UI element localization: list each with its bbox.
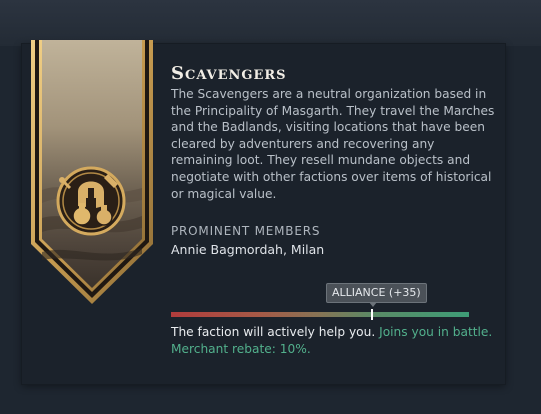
reputation-tooltip-tail [369, 302, 377, 307]
reputation-bar [171, 309, 469, 320]
reputation-marker [371, 309, 374, 320]
reputation-effect-text: The faction will actively help you. [171, 325, 376, 339]
prominent-members-heading: PROMINENT MEMBERS [171, 224, 321, 238]
reputation-tooltip: ALLIANCE (+35) [326, 283, 427, 303]
reputation-status: The faction will actively help you. Join… [171, 324, 496, 358]
faction-title: Scavengers [171, 63, 287, 84]
scavengers-emblem-icon [48, 158, 134, 244]
prominent-members-list: Annie Bagmordah, Milan [171, 242, 325, 257]
faction-description: The Scavengers are a neutral organizatio… [171, 87, 495, 201]
